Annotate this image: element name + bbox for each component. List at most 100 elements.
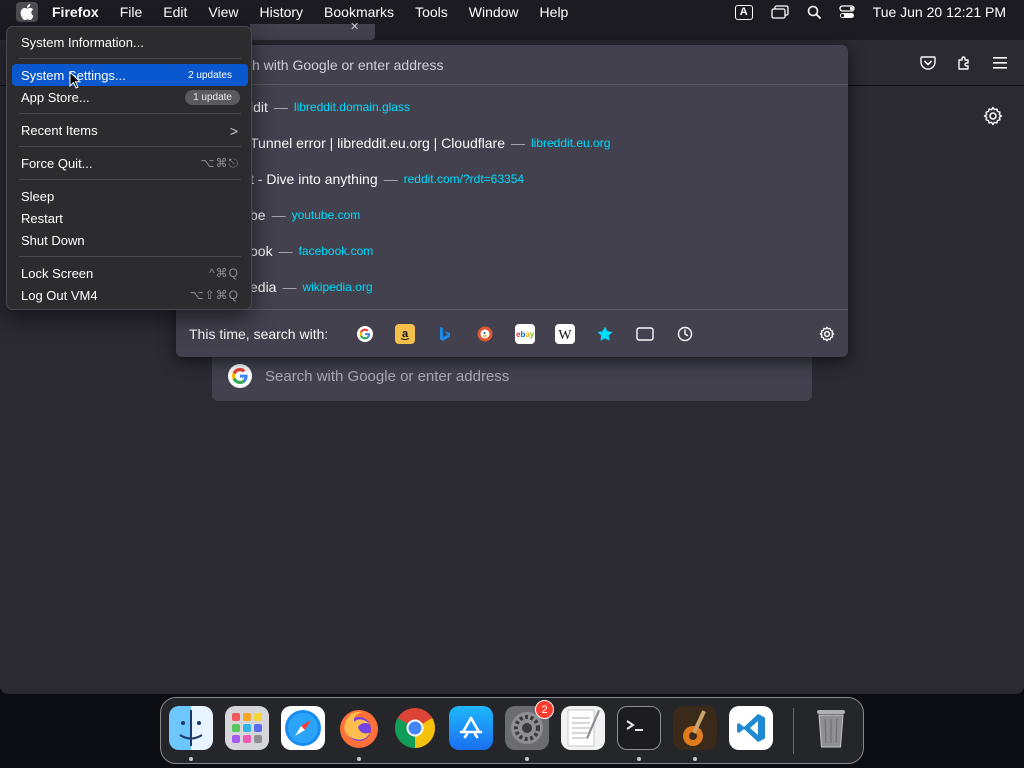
chrome-icon[interactable] <box>393 706 437 750</box>
urlbar-result[interactable]: ook — facebook.com <box>176 233 848 269</box>
menu-item-restart[interactable]: Restart <box>12 207 248 229</box>
google-icon[interactable] <box>355 324 375 344</box>
menu-separator <box>19 256 241 257</box>
ebay-icon[interactable]: ebay <box>515 324 535 344</box>
menu-item-label: Log Out VM4 <box>21 288 98 303</box>
history-icon[interactable] <box>675 324 695 344</box>
firefox-icon[interactable] <box>337 706 381 750</box>
amazon-icon[interactable]: a <box>395 324 415 344</box>
input-source-label: A <box>734 4 753 20</box>
menu-item-label: Lock Screen <box>21 266 94 281</box>
spotlight-search-icon[interactable] <box>807 5 821 19</box>
menu-item-recent-items[interactable]: Recent Items > <box>12 119 248 141</box>
menu-item-label: Shut Down <box>21 233 85 248</box>
wikipedia-icon[interactable]: W <box>555 324 575 344</box>
google-icon <box>228 364 252 388</box>
menu-item-force-quit[interactable]: Force Quit... ⌥⌘⎋ <box>12 152 248 174</box>
menu-item-app-store[interactable]: App Store... 1 update <box>12 86 248 108</box>
svg-text:W: W <box>558 328 572 341</box>
urlbar-result[interactable]: edia — wikipedia.org <box>176 269 848 305</box>
bing-icon[interactable] <box>435 324 455 344</box>
result-title: ldit <box>250 99 268 115</box>
newtab-search-placeholder: Search with Google or enter address <box>265 368 510 385</box>
running-indicator <box>189 757 193 761</box>
running-indicator <box>357 757 361 761</box>
screen-mirroring-icon[interactable] <box>771 5 789 19</box>
shortcut-label: ⌥⇧⌘Q <box>189 288 239 302</box>
menu-item-log-out[interactable]: Log Out VM4 ⌥⇧⌘Q <box>12 284 248 306</box>
result-dash: — <box>278 243 293 259</box>
menu-item-label: App Store... <box>21 90 90 105</box>
menu-item-label: Force Quit... <box>21 156 93 171</box>
tab-active[interactable]: ✕ <box>250 21 375 40</box>
menu-item-label: Restart <box>21 211 63 226</box>
menu-item-label: System Information... <box>21 35 144 50</box>
apple-menu-icon[interactable] <box>16 2 38 22</box>
tab-close-icon[interactable]: ✕ <box>350 20 359 33</box>
newtab-search-box[interactable]: Search with Google or enter address <box>212 351 812 401</box>
input-source-icon[interactable]: A <box>734 4 753 20</box>
svg-text:a: a <box>402 328 409 340</box>
duckduckgo-icon[interactable] <box>475 324 495 344</box>
menu-item-system-settings[interactable]: System Settings... 2 updates <box>12 64 248 86</box>
shortcut-label: ⌥⌘⎋ <box>200 156 239 170</box>
garageband-icon[interactable] <box>673 706 717 750</box>
safari-icon[interactable] <box>281 706 325 750</box>
menu-separator <box>19 146 241 147</box>
menubar-clock[interactable]: Tue Jun 20 12:21 PM <box>873 4 1006 20</box>
extensions-icon[interactable] <box>955 54 973 72</box>
running-indicator <box>637 757 641 761</box>
one-off-search-bar: This time, search with: a ebay W <box>176 309 848 357</box>
menu-item-lock-screen[interactable]: Lock Screen ^⌘Q <box>12 262 248 284</box>
apple-menu-dropdown: System Information... System Settings...… <box>6 26 252 310</box>
menu-separator <box>19 179 241 180</box>
bookmarks-icon[interactable] <box>595 324 615 344</box>
vscode-icon[interactable] <box>729 706 773 750</box>
tabs-icon[interactable] <box>635 324 655 344</box>
result-dash: — <box>511 135 525 151</box>
trash-icon[interactable] <box>809 706 853 750</box>
menu-help[interactable]: Help <box>540 4 569 20</box>
menu-bookmarks[interactable]: Bookmarks <box>324 4 394 20</box>
result-title: Tunnel error | libreddit.eu.org | Cloudf… <box>250 135 505 151</box>
dock-separator <box>793 708 794 754</box>
app-menu-icon[interactable] <box>991 54 1009 72</box>
search-settings-gear-icon[interactable] <box>817 324 837 344</box>
result-url: libreddit.eu.org <box>531 136 611 150</box>
svg-text:ebay: ebay <box>516 330 534 339</box>
updates-badge: 1 update <box>185 90 240 105</box>
app-store-icon[interactable] <box>449 706 493 750</box>
control-center-icon[interactable] <box>839 5 855 19</box>
result-title: edia <box>250 279 277 295</box>
result-title: ook <box>250 243 273 259</box>
menu-history[interactable]: History <box>259 4 303 20</box>
menu-edit[interactable]: Edit <box>163 4 187 20</box>
result-url: reddit.com/?rdt=63354 <box>403 172 525 186</box>
menu-item-shut-down[interactable]: Shut Down <box>12 229 248 251</box>
menu-view[interactable]: View <box>208 4 238 20</box>
result-dash: — <box>282 279 297 295</box>
menu-item-system-information[interactable]: System Information... <box>12 31 248 53</box>
result-url: youtube.com <box>291 208 361 222</box>
menu-item-label: Sleep <box>21 189 55 204</box>
search-with-label: This time, search with: <box>189 326 329 342</box>
urlbar-result[interactable]: be — youtube.com <box>176 197 848 233</box>
urlbar-result[interactable]: ldit — libreddit.domain.glass <box>176 89 848 125</box>
finder-icon[interactable] <box>169 706 213 750</box>
menu-tools[interactable]: Tools <box>415 4 448 20</box>
urlbar-result[interactable]: Tunnel error | libreddit.eu.org | Cloudf… <box>176 125 848 161</box>
urlbar-result[interactable]: t - Dive into anything — reddit.com/?rdt=6… <box>176 161 848 197</box>
launchpad-icon[interactable] <box>225 706 269 750</box>
menu-window[interactable]: Window <box>469 4 519 20</box>
menu-bar: Firefox File Edit View History Bookmarks… <box>0 0 1024 24</box>
pocket-icon[interactable] <box>919 54 937 72</box>
terminal-icon[interactable] <box>617 706 661 750</box>
menu-item-sleep[interactable]: Sleep <box>12 185 248 207</box>
chevron-right-icon: > <box>229 123 239 139</box>
newtab-settings-gear-icon[interactable] <box>983 106 1003 126</box>
updates-badge: 2 updates <box>180 68 240 83</box>
menu-file[interactable]: File <box>120 4 143 20</box>
menu-app-firefox[interactable]: Firefox <box>52 4 99 20</box>
urlbar-input[interactable]: h with Google or enter address <box>176 45 848 85</box>
textedit-icon[interactable] <box>561 706 605 750</box>
